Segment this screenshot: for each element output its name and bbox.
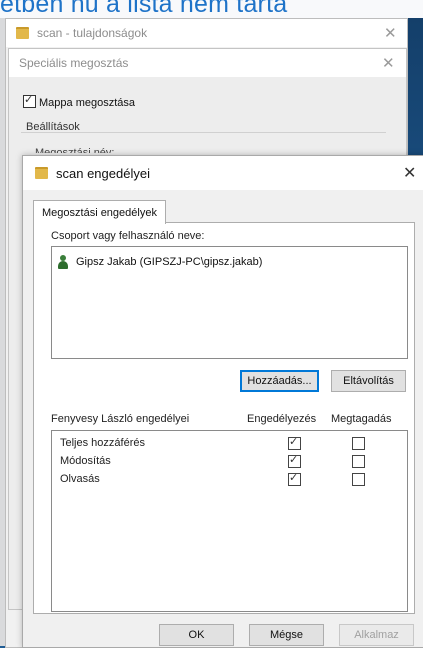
share-name-label: Megosztási név: xyxy=(35,147,115,153)
background-page-heading: etben nu a lista nem tarta xyxy=(0,0,423,18)
checkbox-icon[interactable] xyxy=(23,93,36,108)
properties-titlebar: scan - tulajdonságok ✕ xyxy=(6,19,407,47)
deny-full-control-checkbox[interactable] xyxy=(352,437,365,450)
apply-button[interactable]: Alkalmaz xyxy=(339,624,414,646)
share-folder-checkbox[interactable]: Mappa megosztása xyxy=(23,93,135,109)
permissions-list: Teljes hozzáférés Módosítás Olvasás xyxy=(51,430,408,612)
allow-full-control-checkbox[interactable] xyxy=(288,435,301,450)
permission-read: Olvasás xyxy=(60,473,100,485)
advanced-sharing-titlebar: Speciális megosztás ✕ xyxy=(9,49,406,77)
deny-read-checkbox[interactable] xyxy=(352,473,365,486)
close-icon[interactable]: ✕ xyxy=(384,24,397,42)
add-button[interactable]: Hozzáadás... xyxy=(240,370,319,392)
permissions-titlebar: scan engedélyei ✕ xyxy=(23,156,423,190)
permission-modify: Módosítás xyxy=(60,455,111,467)
folder-icon xyxy=(35,167,48,179)
allow-column-header: Engedélyezés xyxy=(247,413,317,425)
permission-full-control: Teljes hozzáférés xyxy=(60,437,145,449)
deny-column-header: Megtagadás xyxy=(331,413,392,425)
advanced-sharing-title: Speciális megosztás xyxy=(19,56,129,70)
allow-read-checkbox[interactable] xyxy=(288,471,301,486)
permissions-header: Fenyvesy László engedélyei xyxy=(51,413,190,425)
deny-modify-checkbox[interactable] xyxy=(352,455,365,468)
tab-share-permissions[interactable]: Megosztási engedélyek xyxy=(33,200,166,224)
share-permissions-panel: Csoport vagy felhasználó neve: Gipsz Jak… xyxy=(33,222,415,614)
user-name: Gipsz Jakab (GIPSZJ-PC\gipsz.jakab) xyxy=(76,256,263,268)
list-item[interactable]: Gipsz Jakab (GIPSZJ-PC\gipsz.jakab) xyxy=(58,255,262,269)
share-folder-label: Mappa megosztása xyxy=(39,97,135,109)
permissions-dialog: scan engedélyei ✕ Megosztási engedélyek … xyxy=(22,155,423,648)
remove-button[interactable]: Eltávolítás xyxy=(331,370,406,392)
folder-icon xyxy=(16,27,29,39)
user-listbox[interactable]: Gipsz Jakab (GIPSZJ-PC\gipsz.jakab) xyxy=(51,246,408,359)
allow-modify-checkbox[interactable] xyxy=(288,453,301,468)
group-user-label: Csoport vagy felhasználó neve: xyxy=(51,230,205,242)
properties-title: scan - tulajdonságok xyxy=(37,26,148,40)
user-icon xyxy=(58,255,68,269)
close-icon[interactable]: ✕ xyxy=(382,54,395,72)
ok-button[interactable]: OK xyxy=(159,624,234,646)
permissions-title: scan engedélyei xyxy=(56,165,150,181)
cancel-button[interactable]: Mégse xyxy=(249,624,324,646)
close-icon[interactable]: ✕ xyxy=(403,163,416,183)
